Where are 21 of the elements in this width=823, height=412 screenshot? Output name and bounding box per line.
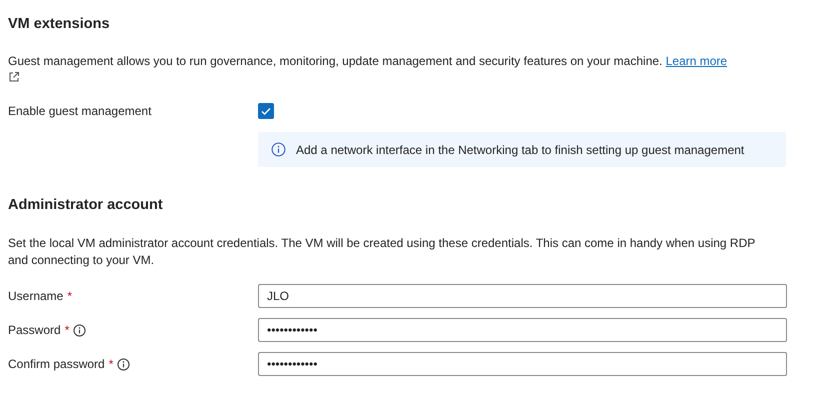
section-title: VM extensions <box>8 15 111 34</box>
field-label: Password <box>8 323 61 337</box>
learn-more-link[interactable]: Learn more <box>666 54 728 68</box>
checkbox[interactable] <box>258 103 274 119</box>
input-field[interactable]: JLO <box>258 284 787 308</box>
info-icon[interactable] <box>117 358 130 370</box>
external-link-icon <box>8 71 20 83</box>
field-label: Enable guest management <box>8 104 152 118</box>
required-asterisk: * <box>67 289 72 303</box>
section-title: Administrator account <box>8 196 164 215</box>
info-icon[interactable] <box>73 324 86 336</box>
required-asterisk: * <box>108 357 114 371</box>
description-text: Set the local VM administrator account credentials. The VM will be created using these credentials. This can come in handy when using RDP and connecting to your VM. <box>8 235 756 269</box>
required-asterisk: * <box>64 323 70 337</box>
input-field[interactable]: •••••••••••• <box>258 318 787 342</box>
input-field[interactable]: •••••••••••• <box>258 352 787 376</box>
field-label: Confirm password <box>8 357 105 371</box>
field-label: Username <box>8 289 64 303</box>
info-message: Add a network interface in the Networking tab to finish setting up guest management <box>296 142 744 156</box>
info-icon <box>271 142 286 157</box>
description-text: Guest management allows you to run governance, monitoring, update management and security features on your machine. Learn more <box>8 53 788 87</box>
